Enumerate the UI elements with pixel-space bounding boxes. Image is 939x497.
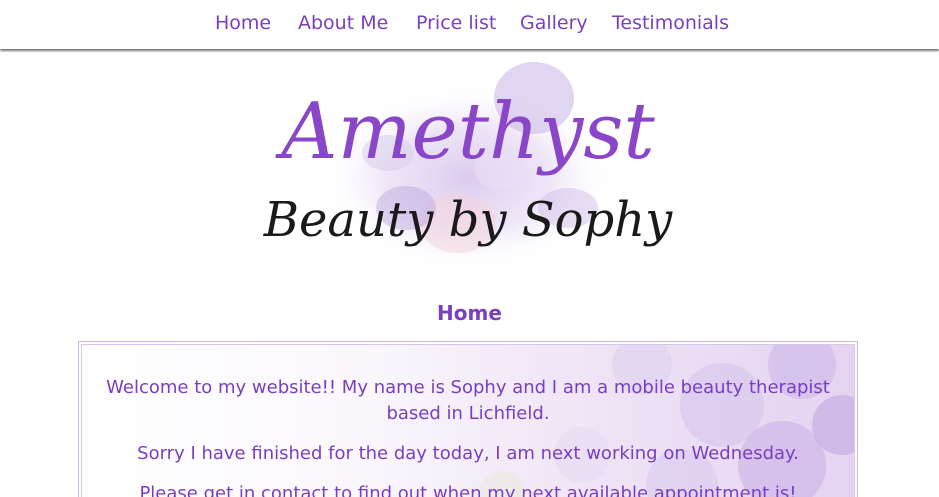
contact-paragraph: Please get in contact to find out when m… xyxy=(139,483,797,497)
nav-link-testimonials[interactable]: Testimonials xyxy=(612,12,729,34)
page: Home About Me Price list Gallery Testimo… xyxy=(0,0,939,497)
status-paragraph: Sorry I have finished for the day today,… xyxy=(137,443,799,464)
logo-subtitle: Beauty by Sophy xyxy=(263,192,673,248)
top-navigation: Home About Me Price list Gallery Testimo… xyxy=(0,0,939,49)
nav-link-home[interactable]: Home xyxy=(215,12,271,34)
page-title: Home xyxy=(437,301,502,325)
welcome-panel-inner: Welcome to my website!! My name is Sophy… xyxy=(81,344,855,497)
nav-link-about-me[interactable]: About Me xyxy=(298,12,388,34)
site-logo: Amethyst Beauty by Sophy xyxy=(238,58,698,276)
welcome-paragraph: Welcome to my website!! My name is Sophy… xyxy=(106,377,830,424)
nav-link-gallery[interactable]: Gallery xyxy=(520,12,588,34)
nav-link-price-list[interactable]: Price list xyxy=(416,12,496,34)
welcome-panel: Welcome to my website!! My name is Sophy… xyxy=(78,341,858,497)
logo-title: Amethyst xyxy=(275,87,655,177)
logo-graphic: Amethyst Beauty by Sophy xyxy=(263,62,673,273)
